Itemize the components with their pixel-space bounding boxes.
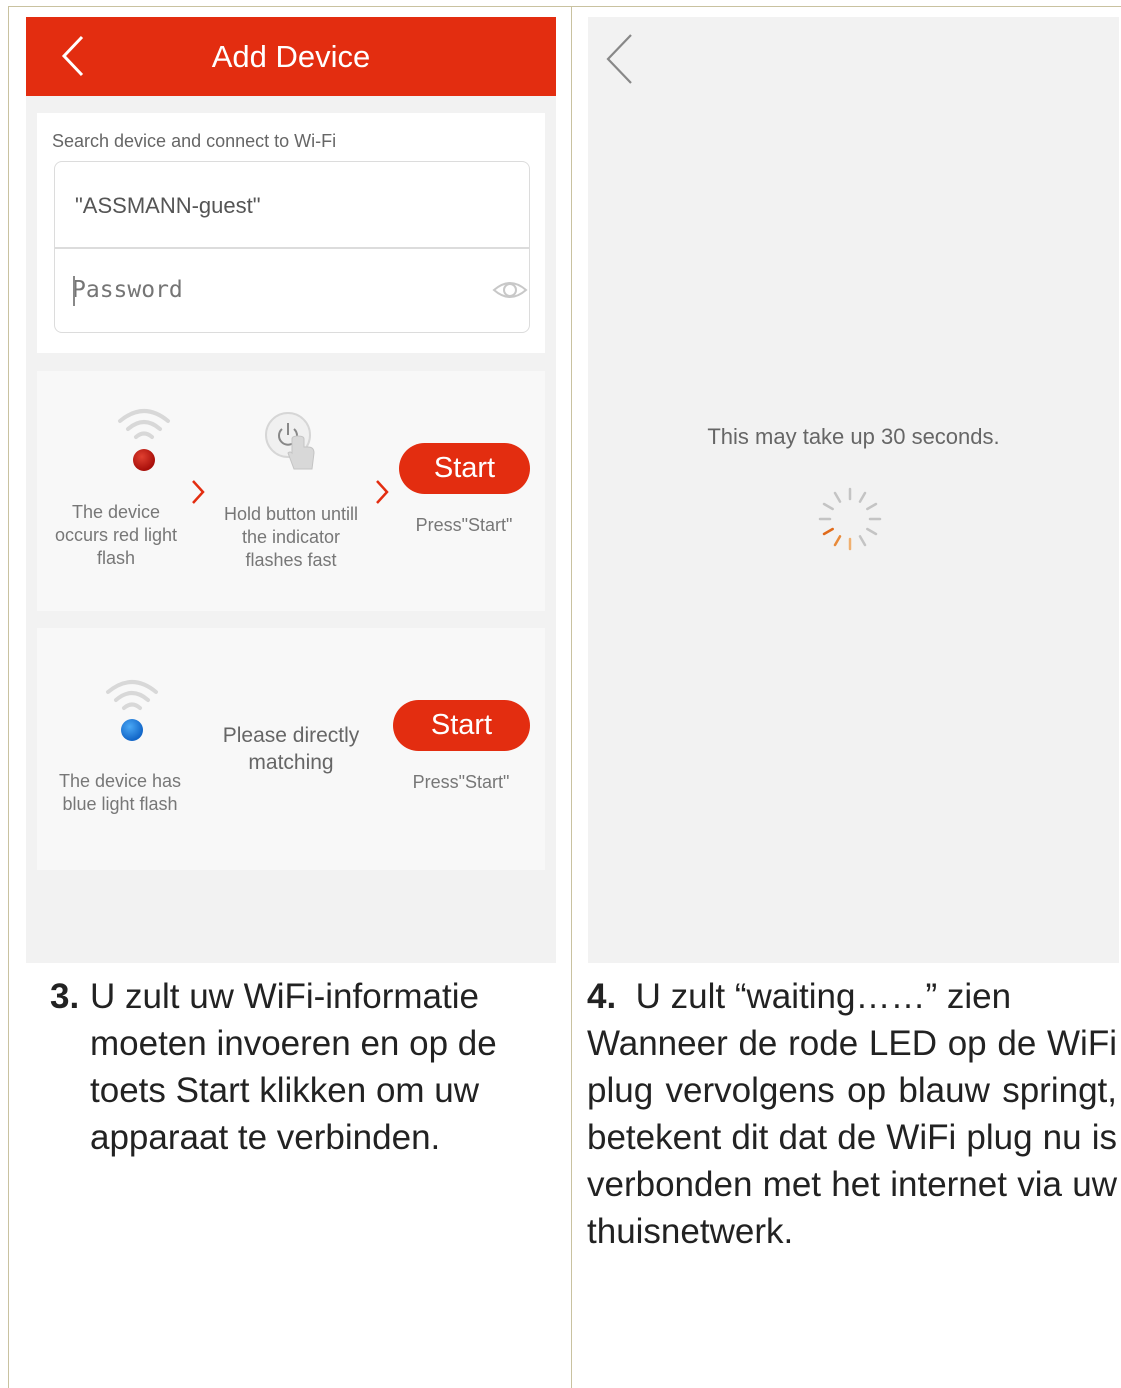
- wait-message: This may take up 30 seconds.: [707, 424, 1000, 449]
- add-device-screen: Add Device Search device and connect to …: [26, 17, 556, 963]
- press-start-text: Press"Start": [415, 515, 513, 535]
- field-divider: [55, 247, 529, 249]
- blue-light-step-card: The device has blue light flash Please d…: [37, 628, 545, 870]
- waiting-screen: This may take up 30 seconds.: [588, 17, 1119, 963]
- ssid-field[interactable]: "ASSMANN-guest": [75, 193, 261, 219]
- frame-top-border: [8, 6, 1121, 7]
- direct-matching-text: Please directly matching: [222, 724, 360, 774]
- blue-light-text: The device has blue light flash: [58, 771, 182, 814]
- chevron-right-icon: [376, 480, 389, 504]
- hold-button-text: Hold button untill the indicator flashes…: [223, 504, 359, 570]
- blue-led-indicator: [121, 719, 143, 741]
- wifi-form-label: Search device and connect to Wi-Fi: [52, 131, 337, 151]
- page-title: Add Device: [211, 39, 371, 74]
- power-button-press-icon: [265, 412, 315, 470]
- red-led-indicator: [133, 449, 155, 471]
- frame-left-border: [8, 6, 9, 1388]
- step-4-text: Wanneer de rode LED op de WiFi plug verv…: [587, 1024, 1117, 1251]
- wifi-signal-icon: [106, 680, 158, 710]
- step-4-caption: 4. U zult “waiting……” zien Wanneer de ro…: [587, 973, 1117, 1255]
- step-3-text: U zult uw WiFi-informatie moeten invoere…: [90, 977, 497, 1157]
- loading-spinner-icon: [818, 487, 882, 551]
- step-4-heading: 4. U zult “waiting……” zien: [587, 973, 1117, 1020]
- eye-icon[interactable]: [492, 275, 528, 305]
- red-light-step-card: The device occurs red light flash Hold b…: [37, 371, 545, 611]
- red-light-text: The device occurs red light flash: [54, 502, 178, 568]
- app-header: Add Device: [26, 17, 556, 96]
- text-cursor: [73, 276, 75, 306]
- press-start-text: Press"Start": [412, 772, 510, 792]
- back-arrow-icon[interactable]: [603, 32, 637, 86]
- chevron-right-icon: [192, 480, 205, 504]
- wifi-form-card: Search device and connect to Wi-Fi "ASSM…: [37, 113, 545, 353]
- frame-middle-divider: [571, 6, 572, 1388]
- wifi-fields: "ASSMANN-guest": [54, 161, 530, 333]
- password-input[interactable]: [72, 277, 472, 303]
- start-button-red-flash[interactable]: Start: [399, 443, 530, 494]
- wifi-signal-icon: [118, 409, 170, 439]
- step-3-number: 3.: [50, 977, 80, 1016]
- start-button-blue-flash[interactable]: Start: [393, 700, 530, 751]
- step-4-first-line: U zult “waiting……” zien: [635, 977, 1012, 1016]
- step-4-number: 4.: [587, 977, 617, 1016]
